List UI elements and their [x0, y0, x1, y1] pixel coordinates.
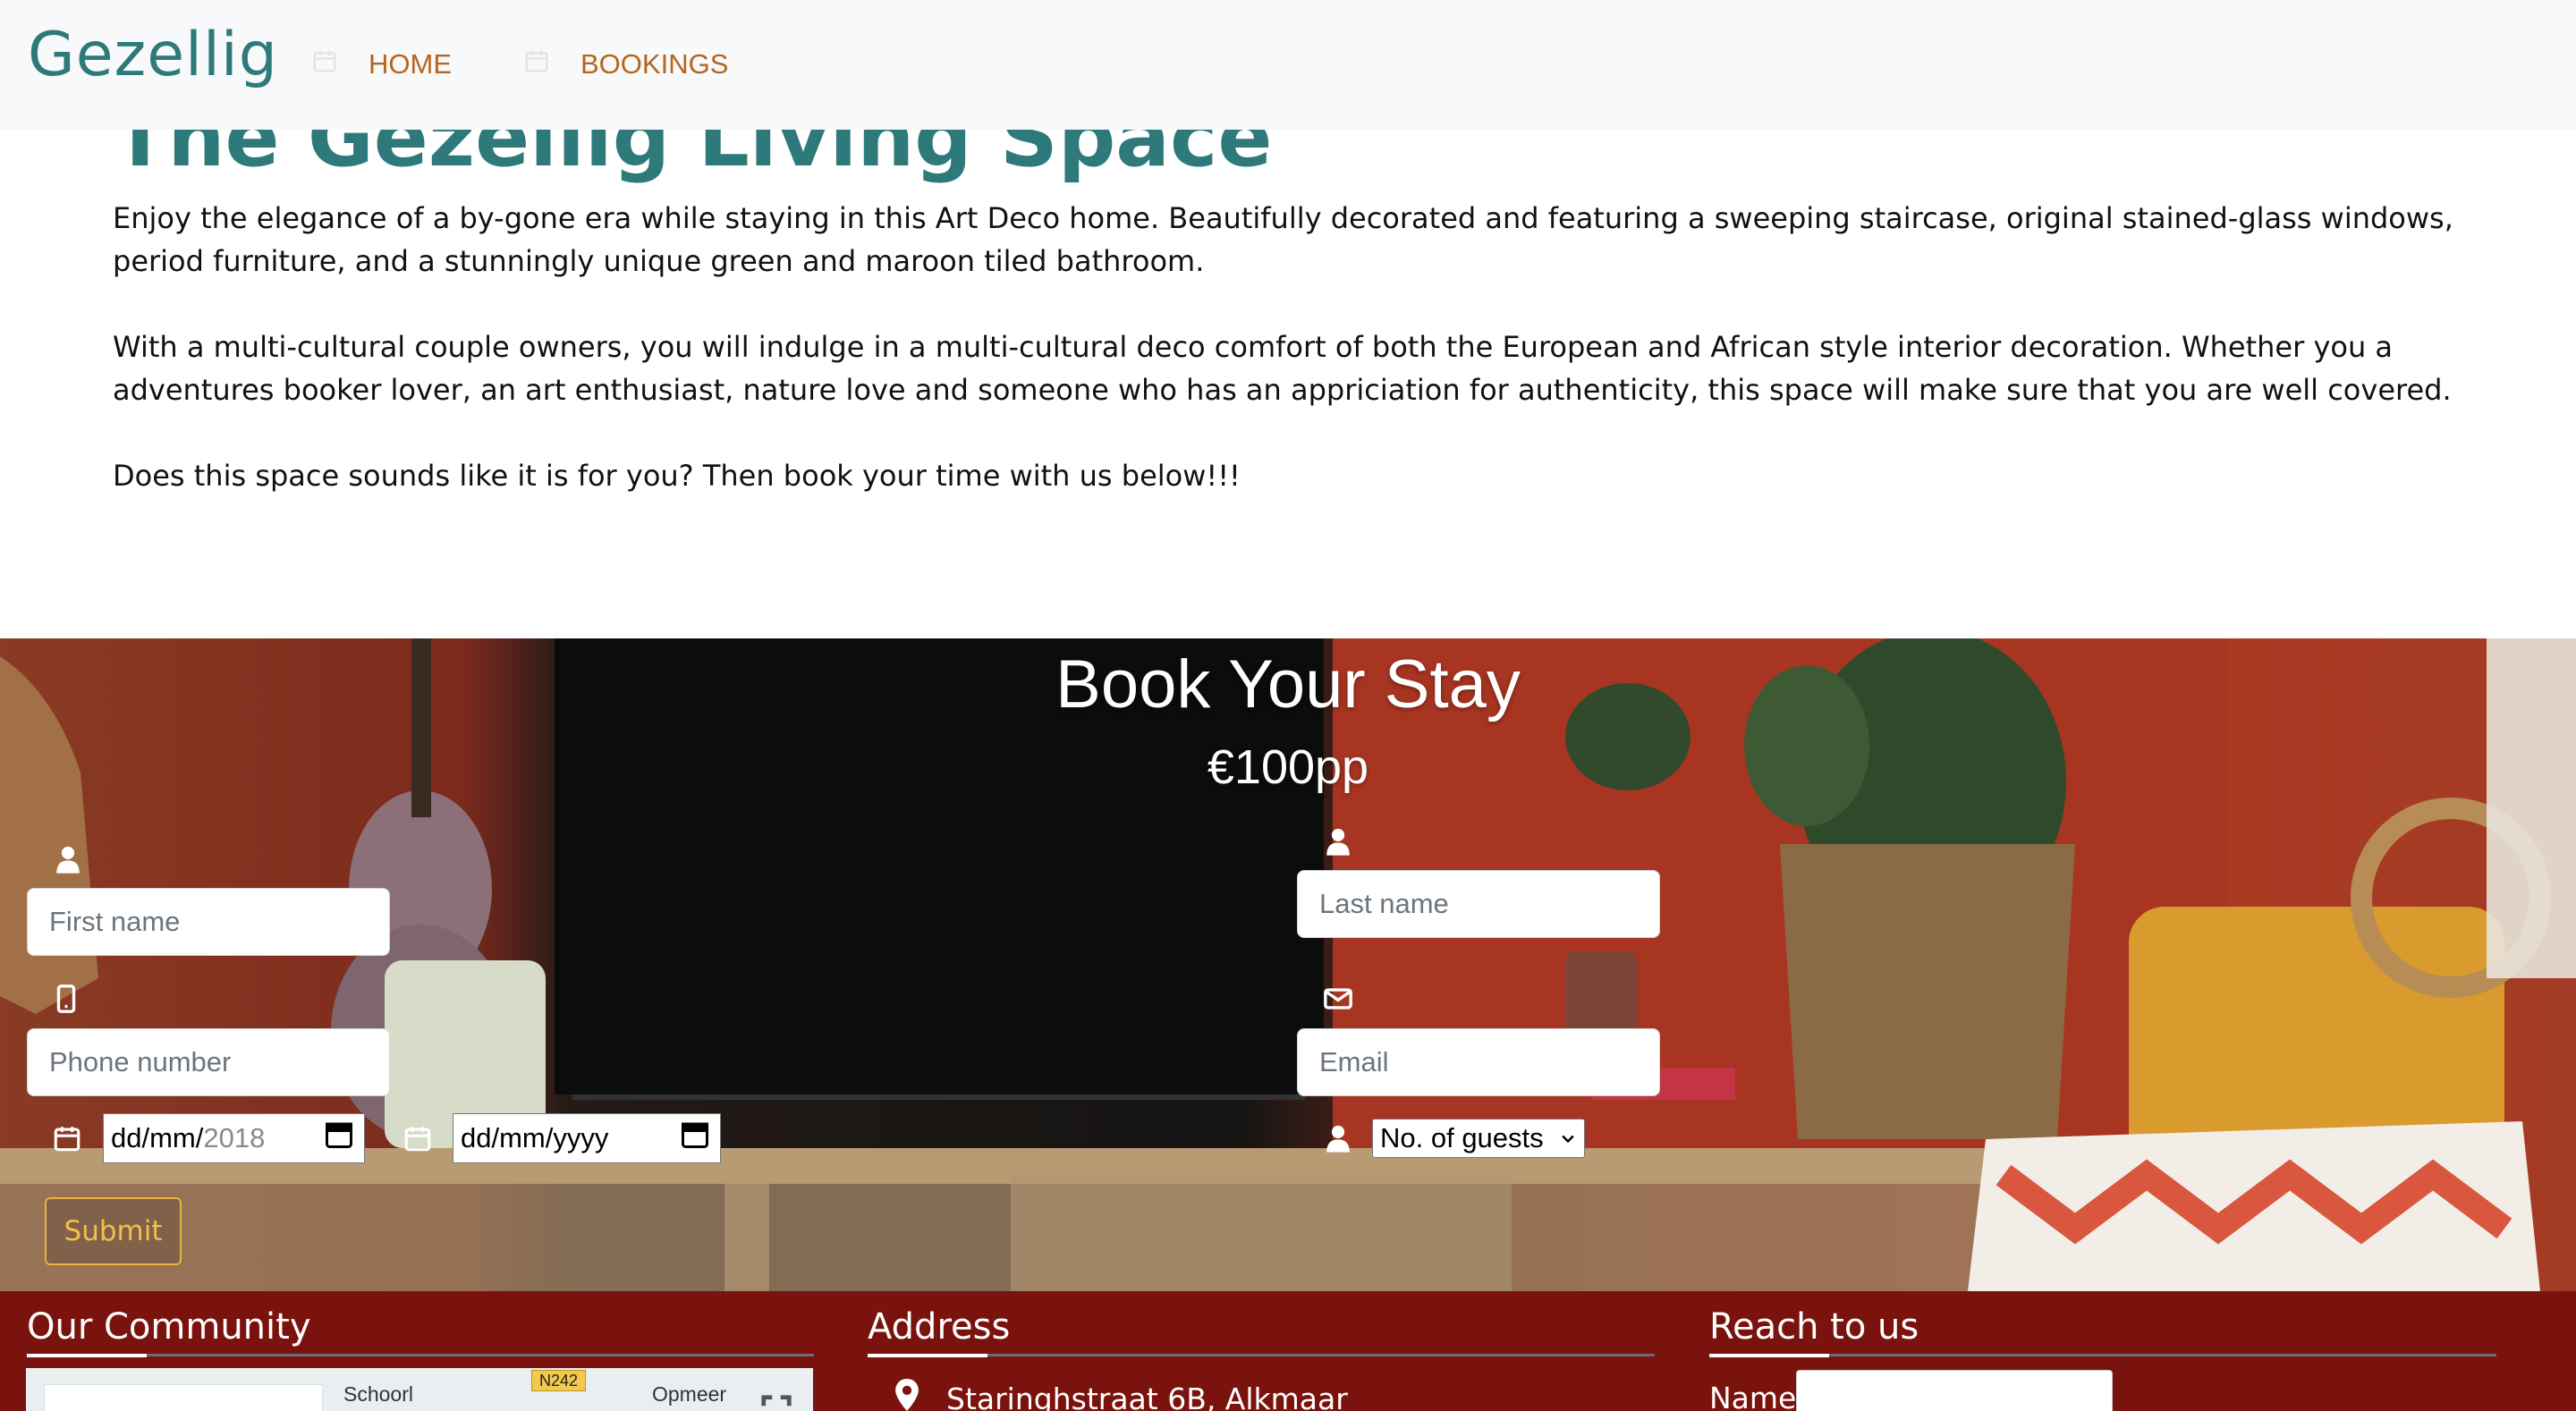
submit-button[interactable]: Submit	[45, 1197, 182, 1265]
email-input[interactable]	[1297, 1028, 1660, 1096]
map-road-label: N242	[531, 1370, 587, 1391]
intro-text: Enjoy the elegance of a by-gone era whil…	[113, 197, 2492, 540]
footer-heading-reach: Reach to us	[1709, 1306, 1919, 1348]
calendar-picker-icon[interactable]	[323, 1119, 355, 1158]
nav-link-label: HOME	[369, 48, 452, 80]
nav-link-bookings[interactable]: BOOKINGS	[523, 45, 728, 84]
footer-heading-community: Our Community	[27, 1306, 311, 1348]
brand-logo[interactable]: Gezellig	[28, 20, 278, 90]
envelope-icon	[1323, 984, 1353, 1014]
first-name-input[interactable]	[27, 888, 390, 956]
calendar-picker-icon[interactable]	[679, 1119, 711, 1158]
contact-name-label: Name	[1709, 1381, 1797, 1411]
user-icon	[1323, 826, 1353, 857]
footer-divider	[27, 1354, 814, 1357]
guests-selected-value: No. of guests	[1380, 1122, 1544, 1153]
map-pin-icon	[894, 1379, 919, 1411]
nav-link-home[interactable]: HOME	[311, 45, 452, 84]
check-out-date-input[interactable]: dd/mm/yyyy	[453, 1113, 721, 1163]
date-year-placeholder: 2018	[203, 1122, 266, 1153]
nav-link-label: BOOKINGS	[580, 48, 729, 80]
map-overlay-card	[44, 1384, 323, 1411]
user-icon	[1323, 1123, 1353, 1153]
intro-paragraph: Enjoy the elegance of a by-gone era whil…	[113, 201, 2453, 278]
calendar-icon	[523, 47, 550, 81]
guests-select[interactable]: No. of guests	[1372, 1119, 1585, 1158]
living-room-background-image	[0, 638, 2576, 1291]
user-icon	[53, 844, 83, 874]
footer-divider	[1709, 1354, 2496, 1357]
booking-title: Book Your Stay	[1055, 646, 1521, 722]
calendar-icon	[52, 1123, 82, 1153]
address-line: Staringhstraat 6B, Alkmaar	[894, 1379, 1348, 1411]
calendar-icon	[311, 47, 338, 81]
price-label: €100pp	[1207, 740, 1369, 794]
booking-section: Book Your Stay €100pp	[0, 638, 2576, 1291]
check-in-date-input[interactable]: dd/mm/2018	[103, 1113, 365, 1163]
intro-paragraph: With a multi-cultural couple owners, you…	[113, 330, 2452, 407]
chevron-down-icon	[1559, 1122, 1577, 1154]
footer-heading-address: Address	[868, 1306, 1011, 1348]
footer: Our Community Schoorl Opmeer N242 Addres…	[0, 1291, 2576, 1411]
map-label: Schoorl	[343, 1382, 413, 1406]
contact-name-input[interactable]	[1796, 1370, 2113, 1411]
mobile-phone-icon	[51, 984, 81, 1014]
calendar-icon	[402, 1123, 433, 1153]
address-text: Staringhstraat 6B, Alkmaar	[946, 1381, 1348, 1411]
navbar: Gezellig HOME BOOKINGS	[0, 0, 2576, 130]
phone-input[interactable]	[27, 1028, 390, 1096]
intro-paragraph: Does this space sounds like it is for yo…	[113, 459, 1241, 493]
last-name-input[interactable]	[1297, 870, 1660, 938]
fullscreen-icon[interactable]	[759, 1393, 793, 1411]
map-label: Opmeer	[652, 1382, 727, 1406]
footer-divider	[868, 1354, 1655, 1357]
community-map[interactable]: Schoorl Opmeer N242	[26, 1368, 813, 1411]
date-value: dd/mm/	[111, 1122, 204, 1153]
date-value: dd/mm/yyyy	[461, 1122, 609, 1153]
